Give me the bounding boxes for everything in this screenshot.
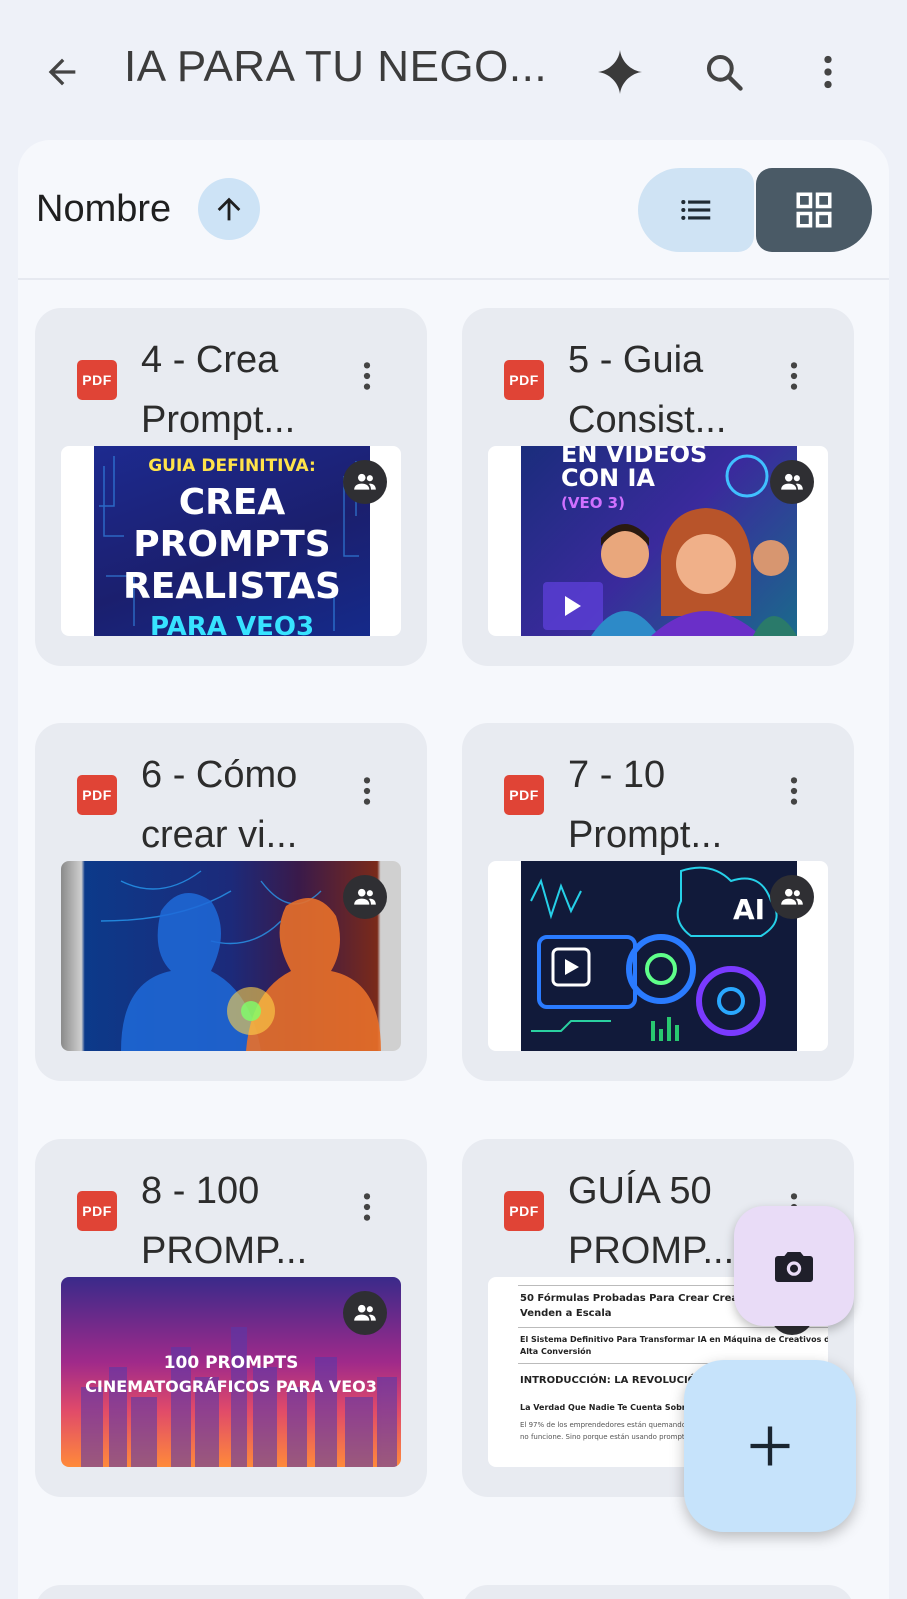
file-card[interactable]: PDF 7 - 10 Prompt... AI [462,723,854,1081]
list-view-button[interactable] [638,168,754,252]
file-name-line1: 8 - 100 [141,1170,260,1212]
grid-view-icon [796,192,832,228]
file-more-button[interactable] [343,767,391,815]
file-name-line2: Prompt... [568,814,723,856]
file-more-button[interactable] [770,352,818,400]
people-icon [781,888,803,905]
file-name: 6 - Cómo crear vi... [141,745,361,865]
file-name: 5 - Guia Consist... [568,330,788,450]
people-icon [354,1304,376,1321]
shared-badge [770,460,814,504]
cover-image: EN VIDEOS CON IA (VEO 3) [521,446,797,636]
file-name: 7 - 10 Prompt... [568,745,788,865]
doc-subtitle: Alta Conversión [520,1347,592,1356]
cover-illustration [543,454,797,636]
arrow-up-icon [217,197,241,221]
more-vertical-icon [790,362,798,390]
cover-text: PARA VEO3 [149,612,315,636]
file-thumbnail: AI [488,861,828,1051]
more-vertical-icon [824,55,832,89]
file-more-button[interactable] [770,767,818,815]
file-name-line2: Prompt... [141,399,296,441]
file-card[interactable]: PDF 4 - Crea Prompt... GUIA DEFINITIVA: … [35,308,427,666]
file-name: 8 - 100 PROMP... [141,1161,361,1281]
sort-by-name-label[interactable]: Nombre [36,188,171,231]
pdf-icon: PDF [504,775,544,815]
more-vertical-icon [363,1193,371,1221]
cover-text: CINEMATOGRÁFICOS PARA VEO3 [85,1377,377,1396]
cover-text: PROMPTS [133,524,331,565]
doc-subtitle: El Sistema Definitivo Para Transformar I… [520,1335,828,1344]
pdf-icon: PDF [504,1191,544,1231]
doc-section-title: INTRODUCCIÓN: LA REVOLUCIÓ [520,1375,697,1386]
new-file-button[interactable] [684,1360,856,1532]
pdf-icon: PDF [77,1191,117,1231]
people-icon [781,473,803,490]
doc-heading: 50 Fórmulas Probadas Para Crear Creativo… [520,1293,766,1304]
list-view-icon [681,200,711,220]
arrow-back-icon [48,58,76,86]
file-card[interactable] [462,1585,854,1599]
file-thumbnail [61,861,401,1051]
file-name-line2: PROMP... [141,1230,308,1272]
file-card[interactable]: PDF 8 - 100 PROMP... 100 PROMPTS CINEMAT… [35,1139,427,1497]
cover-image: GUIA DEFINITIVA: CREA PROMPTS REALISTAS … [94,446,370,636]
file-card[interactable] [35,1585,427,1599]
file-name-line1: 7 - 10 [568,754,666,796]
sparkle-icon [598,50,642,94]
file-name-line1: 5 - Guia [568,339,704,381]
shared-badge [343,1291,387,1335]
file-more-button[interactable] [343,1183,391,1231]
shared-badge [343,875,387,919]
pdf-icon: PDF [504,360,544,400]
file-name-line2: crear vi... [141,814,298,856]
doc-text: La Verdad Que Nadie Te Cuenta Sobre IA y [520,1403,712,1412]
doc-text: El 97% de los emprendedores están queman… [520,1421,695,1429]
cover-text: GUIA DEFINITIVA: [148,456,316,476]
scan-camera-button[interactable] [734,1206,854,1326]
sort-toolbar: Nombre [18,140,889,280]
file-card[interactable]: PDF 5 - Guia Consist... EN VIDEOS CON IA… [462,308,854,666]
cover-text: 100 PROMPTS [163,1353,299,1373]
file-thumbnail: EN VIDEOS CON IA (VEO 3) [488,446,828,636]
pdf-icon: PDF [77,775,117,815]
file-thumbnail: GUIA DEFINITIVA: CREA PROMPTS REALISTAS … [61,446,401,636]
file-more-button[interactable] [343,352,391,400]
sort-direction-button[interactable] [198,178,260,240]
overflow-menu-button[interactable] [796,40,860,104]
people-icon [354,888,376,905]
gemini-button[interactable] [588,40,652,104]
back-button[interactable] [30,40,94,104]
cover-image: AI [521,861,797,1051]
shared-badge [770,875,814,919]
cover-text: CREA [178,482,286,523]
people-icon [354,473,376,490]
more-vertical-icon [363,362,371,390]
cover-illustration [530,866,778,1041]
search-button[interactable] [692,40,756,104]
file-card[interactable]: PDF 6 - Cómo crear vi... [35,723,427,1081]
pdf-icon: PDF [77,360,117,400]
file-name: 4 - Crea Prompt... [141,330,361,450]
top-app-bar: IA PARA TU NEGO... [0,0,907,140]
file-name-line1: 4 - Crea [141,339,279,381]
doc-heading: Venden a Escala [520,1308,612,1319]
grid-view-button[interactable] [756,168,872,252]
plus-icon [750,1426,790,1466]
doc-text: no funcione. Sino porque están usando pr… [520,1433,685,1441]
search-icon [706,54,743,91]
more-vertical-icon [363,777,371,805]
cover-text: REALISTAS [123,566,341,607]
file-name-line2: Consist... [568,399,727,441]
more-vertical-icon [790,777,798,805]
shared-badge [343,460,387,504]
camera-icon [775,1252,813,1282]
file-thumbnail: 100 PROMPTS CINEMATOGRÁFICOS PARA VEO3 [61,1277,401,1467]
folder-title: IA PARA TU NEGO... [124,42,548,91]
file-name-line1: 6 - Cómo [141,754,298,796]
